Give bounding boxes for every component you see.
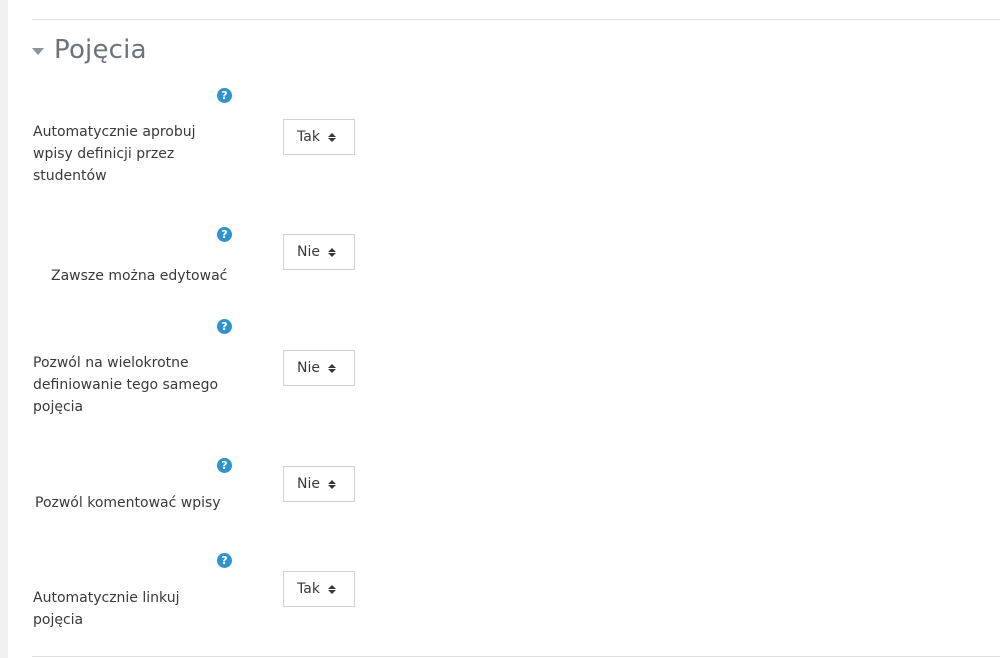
section-toggle-pojecia[interactable]: Pojęcia [32,30,147,70]
select-allow-duplicates[interactable]: Nie [283,350,355,386]
label-auto-link: Automatycznie linkuj pojęcia [33,590,180,628]
sort-icon [327,584,336,594]
sort-icon [327,247,336,257]
select-value: Nie [297,244,320,260]
sort-icon [327,479,336,489]
select-value: Tak [297,129,320,145]
section-bottom-divider [32,656,1000,657]
settings-panel [8,0,1000,658]
help-icon[interactable]: ? [217,88,232,103]
help-icon[interactable]: ? [217,458,232,473]
label-allow-comments: Pozwól komentować wpisy [35,495,221,511]
select-value: Nie [297,476,320,492]
help-icon[interactable]: ? [217,553,232,568]
help-icon[interactable]: ? [217,227,232,242]
label-always-editable: Zawsze można edytować [51,268,228,284]
select-always-editable[interactable]: Nie [283,234,355,270]
sort-icon [327,363,336,373]
select-value: Tak [297,581,320,597]
caret-down-icon [32,47,44,55]
sort-icon [327,132,336,142]
label-allow-duplicates: Pozwól na wielokrotne definiowanie tego … [33,355,219,415]
select-allow-comments[interactable]: Nie [283,466,355,502]
section-title: Pojęcia [54,35,147,65]
label-auto-approve: Automatycznie aprobuj wpisy definicji pr… [33,124,196,184]
select-value: Nie [297,360,320,376]
select-auto-link[interactable]: Tak [283,571,355,607]
help-icon[interactable]: ? [217,319,232,334]
select-auto-approve[interactable]: Tak [283,119,355,155]
section-top-divider [32,19,1000,20]
